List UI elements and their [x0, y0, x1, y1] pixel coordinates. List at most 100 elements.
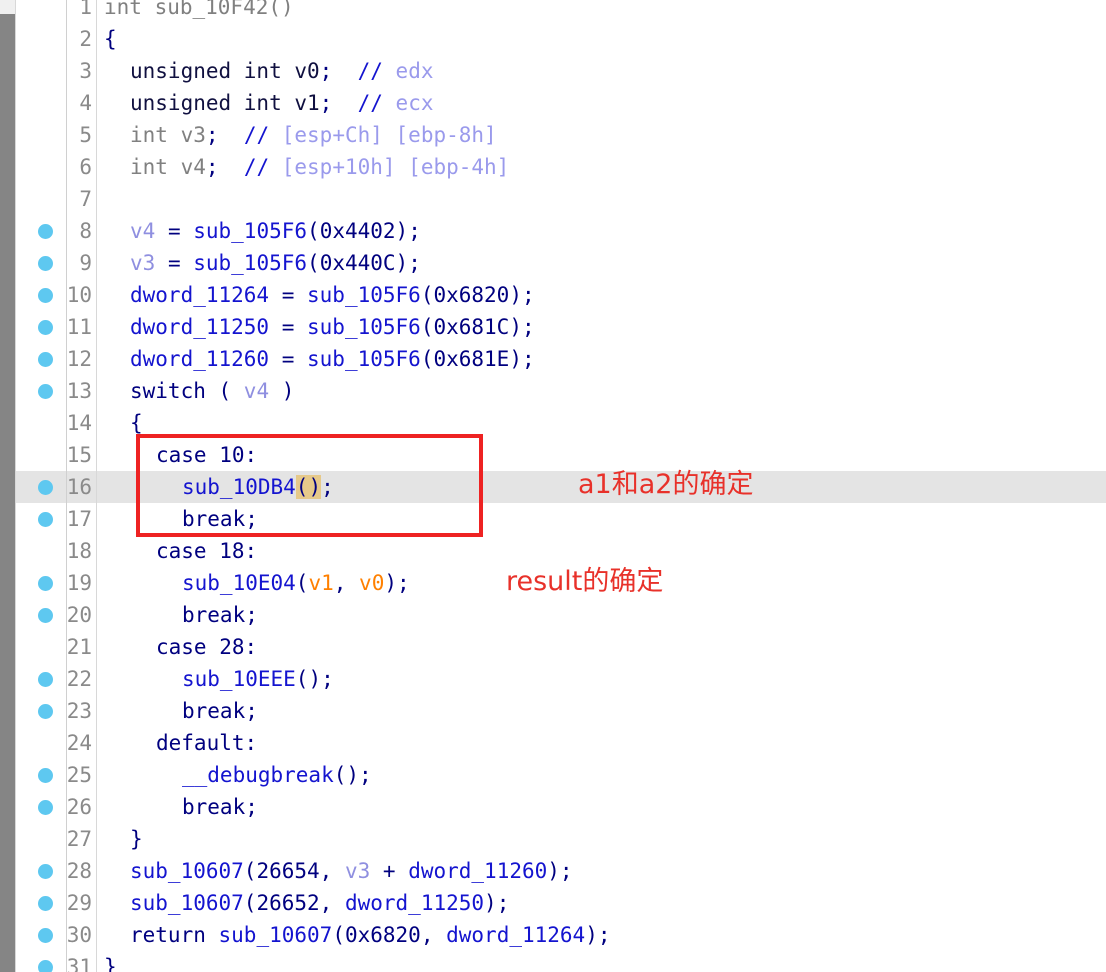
code-token-dim: int sub_10F42() — [104, 0, 294, 19]
vertical-scrollbar-thumb[interactable] — [0, 14, 15, 972]
code-line-text[interactable]: break; — [182, 503, 258, 535]
pseudocode-text-area[interactable]: 1 int sub_10F42() 2{3 unsigned int v0; // e… — [0, 0, 1106, 972]
code-token-kw: ; — [205, 155, 219, 179]
code-token-kw: = — [269, 315, 308, 339]
code-line-text[interactable]: v4 = sub_105F6(0x4402); — [130, 215, 421, 247]
code-line[interactable]: 25 __debugbreak(); — [0, 759, 1106, 791]
code-token-fn: sub_10607 — [218, 923, 333, 947]
code-line[interactable]: 6 int v4; // [esp+10h] [ebp-4h] — [0, 151, 1106, 183]
code-line[interactable]: 18 case 18: — [0, 535, 1106, 567]
code-token-kw: ( — [420, 315, 434, 339]
code-line[interactable]: 8 v4 = sub_105F6(0x4402); — [0, 215, 1106, 247]
code-token-kw: ; — [319, 91, 333, 115]
code-token-kw: ; — [319, 59, 333, 83]
code-line[interactable]: 20 break; — [0, 599, 1106, 631]
code-line[interactable]: 4 unsigned int v1; // ecx — [0, 87, 1106, 119]
code-line[interactable]: 5 int v3; // [esp+Ch] [ebp-8h] — [0, 119, 1106, 151]
code-line-text[interactable]: case 28: — [156, 631, 257, 663]
code-line[interactable]: 7 — [0, 183, 1106, 215]
code-line[interactable]: 24 default: — [0, 727, 1106, 759]
code-line[interactable]: 23 break; — [0, 695, 1106, 727]
code-line[interactable]: 1 int sub_10F42() — [0, 0, 1106, 23]
code-line[interactable]: 9 v3 = sub_105F6(0x440C); — [0, 247, 1106, 279]
code-token-kw: switch ( — [130, 379, 244, 403]
code-token-dim: int v4 — [130, 155, 206, 179]
code-token-kw: , — [319, 891, 345, 915]
gutter-separator — [96, 0, 97, 972]
code-token-kw: ( — [295, 571, 309, 595]
code-line[interactable]: 29 sub_10607(26652, dword_11250); — [0, 887, 1106, 919]
code-line-text[interactable]: dword_11250 = sub_105F6(0x681C); — [130, 311, 535, 343]
code-token-fn: sub_105F6 — [307, 283, 421, 307]
code-line[interactable]: 30 return sub_10607(0x6820, dword_11264); — [0, 919, 1106, 951]
code-line-text[interactable]: { — [104, 23, 117, 55]
code-line[interactable]: 14{ — [0, 407, 1106, 439]
code-token-fn: sub_10607 — [130, 891, 244, 915]
code-line[interactable]: 11 dword_11250 = sub_105F6(0x681C); — [0, 311, 1106, 343]
code-token-var: v4 — [130, 219, 156, 243]
code-line-text[interactable]: case 10: — [156, 439, 257, 471]
code-token-var: v3 — [344, 859, 371, 883]
code-line[interactable]: 22 sub_10EEE(); — [0, 663, 1106, 695]
code-token-kw: ); — [509, 283, 535, 307]
code-line-text[interactable]: int v4; // [esp+10h] [ebp-4h] — [130, 151, 509, 183]
code-line-text[interactable]: sub_10EEE(); — [182, 663, 334, 695]
code-token-kw: = — [269, 347, 308, 371]
code-token-kw: = — [269, 283, 308, 307]
code-line-text[interactable]: } — [130, 823, 143, 855]
code-line-text[interactable]: break; — [182, 791, 258, 823]
code-line[interactable]: 26 break; — [0, 791, 1106, 823]
code-line-text[interactable]: sub_10E04(v1, v0); — [182, 567, 410, 599]
code-line[interactable]: 10 dword_11264 = sub_105F6(0x6820); — [0, 279, 1106, 311]
code-token-kw: default: — [156, 731, 258, 755]
code-line-text[interactable]: break; — [182, 695, 258, 727]
code-line-text[interactable]: return sub_10607(0x6820, dword_11264); — [130, 919, 611, 951]
code-line-text[interactable]: unsigned int v0; // edx — [130, 55, 433, 87]
code-line-text[interactable]: v3 = sub_105F6(0x440C); — [130, 247, 421, 279]
code-token-num: 0x6820 — [433, 283, 510, 307]
code-line-text[interactable]: int sub_10F42() — [104, 0, 294, 23]
code-token-kw: (); — [333, 763, 372, 787]
code-line-text[interactable]: { — [130, 407, 143, 439]
code-line-text[interactable]: default: — [156, 727, 257, 759]
code-line-text[interactable]: break; — [182, 599, 258, 631]
vertical-scrollbar-track[interactable] — [0, 0, 16, 972]
code-token-cmttx: edx — [382, 59, 434, 83]
code-line-text[interactable]: sub_10607(26652, dword_11250); — [130, 887, 509, 919]
code-line-text[interactable]: dword_11264 = sub_105F6(0x6820); — [130, 279, 535, 311]
code-token-num: 0x681C — [433, 315, 510, 339]
code-token-kw: ( — [420, 347, 434, 371]
code-line-text[interactable]: __debugbreak(); — [182, 759, 372, 791]
code-line[interactable]: 17 break; — [0, 503, 1106, 535]
code-token-kw: : — [244, 539, 258, 563]
code-token-kw: return — [130, 923, 219, 947]
code-token-kw: ( — [420, 283, 434, 307]
code-line[interactable]: 15 case 10: — [0, 439, 1106, 471]
code-line[interactable]: 28 sub_10607(26654, v3 + dword_11260); — [0, 855, 1106, 887]
code-line[interactable]: 16 sub_10DB4(); — [0, 471, 1106, 503]
code-line[interactable]: 27} — [0, 823, 1106, 855]
code-line-text[interactable]: switch ( v4 ) — [130, 375, 294, 407]
code-token-kw: ); — [547, 859, 573, 883]
code-line-text[interactable]: unsigned int v1; // ecx — [130, 87, 433, 119]
code-line[interactable]: 12 dword_11260 = sub_105F6(0x681E); — [0, 343, 1106, 375]
code-line-text[interactable]: dword_11260 = sub_105F6(0x681E); — [130, 343, 535, 375]
code-line-text[interactable]: } — [104, 951, 117, 972]
code-line[interactable]: 3 unsigned int v0; // edx — [0, 55, 1106, 87]
code-line[interactable]: 2{ — [0, 23, 1106, 55]
code-line-text[interactable]: int v3; // [esp+Ch] [ebp-8h] — [130, 119, 497, 151]
code-token-fn: sub_105F6 — [307, 315, 421, 339]
code-line[interactable]: 21 case 28: — [0, 631, 1106, 663]
code-line-text[interactable]: sub_10607(26654, v3 + dword_11260); — [130, 855, 573, 887]
code-token-kw: case — [156, 539, 220, 563]
code-token-kw: , — [319, 859, 345, 883]
code-line-text[interactable]: case 18: — [156, 535, 257, 567]
code-token-num: 28 — [219, 635, 245, 659]
code-line-text[interactable]: sub_10DB4(); — [182, 471, 334, 503]
code-line[interactable]: 13 switch ( v4 ) — [0, 375, 1106, 407]
code-line[interactable]: 31} — [0, 951, 1106, 972]
code-token-fn: sub_10DB4 — [182, 475, 296, 499]
code-token-kw: break; — [182, 603, 258, 627]
